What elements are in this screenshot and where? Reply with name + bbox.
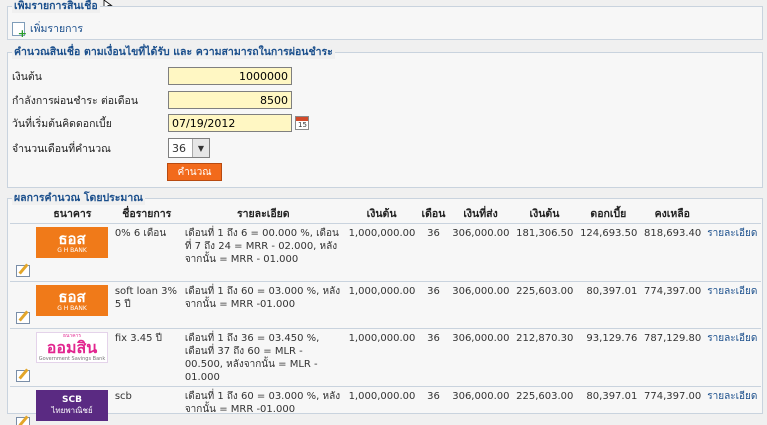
interest: 124,693.50	[576, 222, 641, 281]
results-table: ธนาคาร ชื่อรายการ รายละเอียด เงินต้น เดื…	[10, 205, 761, 425]
loan-details: เดือนที่ 1 ถึง 60 = 03.000 %, หลังจากนั้…	[181, 280, 345, 328]
results-legend: ผลการคำนวณ โดยประมาณ	[12, 192, 145, 205]
months: 36	[418, 327, 449, 386]
start-date-input[interactable]	[168, 114, 292, 132]
gsb-logo: ธนาคาร ออมสิน Government Savings Bank	[36, 331, 108, 363]
loan-name: scb	[111, 385, 182, 425]
detail-link[interactable]: รายละเอียด	[707, 391, 757, 402]
months: 36	[418, 222, 449, 281]
principal: 1,000,000.00	[344, 385, 419, 425]
calc-legend: คำนวณสินเชื่อ ตามเงื่อนไขที่ได้รับ และ ค…	[12, 46, 335, 59]
header-edit	[10, 205, 33, 223]
interest: 93,129.76	[576, 327, 641, 386]
remaining: 787,129.80	[640, 327, 705, 386]
principal-row: เงินต้น	[12, 67, 292, 85]
bank-cell: ธอส G H BANK	[33, 222, 112, 281]
edit-cell	[10, 385, 33, 425]
paid: 306,000.00	[448, 385, 513, 425]
loan-name: 0% 6 เดือน	[111, 222, 182, 281]
header-name: ชื่อรายการ	[122, 208, 172, 221]
header-details: รายละเอียด	[236, 208, 290, 221]
principal-paid: 225,603.00	[512, 280, 577, 328]
months-label: จำนวนเดือนที่คำนวณ	[12, 142, 111, 155]
bank-cell: ธอส G H BANK	[33, 280, 112, 328]
months: 36	[418, 280, 449, 328]
remaining: 774,397.00	[640, 385, 705, 425]
ghb-logo: ธอส G H BANK	[36, 284, 108, 316]
principal: 1,000,000.00	[344, 280, 419, 328]
principal-paid: 212,870.30	[512, 327, 577, 386]
detail-link[interactable]: รายละเอียด	[707, 333, 757, 344]
loan-details: เดือนที่ 1 ถึง 60 = 03.000 %, หลังจากนั้…	[181, 385, 345, 425]
edit-cell	[10, 222, 33, 281]
paid: 306,000.00	[448, 280, 513, 328]
principal-input[interactable]	[168, 67, 292, 85]
start-date-row: วันที่เริ่มต้นคิดดอกเบี้ย	[12, 114, 309, 132]
loan-name: soft loan 3% 5 ปี	[111, 280, 182, 328]
results-section: ผลการคำนวณ โดยประมาณ ธนาคาร ชื่อรายการ ร…	[7, 192, 763, 425]
months-row: จำนวนเดือนที่คำนวณ 36 ▼	[12, 138, 210, 158]
loan-details: เดือนที่ 1 ถึง 36 = 03.450 %, เดือนที่ 3…	[181, 327, 345, 386]
edit-icon[interactable]	[16, 264, 30, 277]
payment-input[interactable]	[168, 91, 292, 109]
header-paid: เงินที่ส่ง	[463, 208, 498, 221]
detail-link-cell: รายละเอียด	[704, 385, 761, 425]
months: 36	[418, 385, 449, 425]
results-header-row: ธนาคาร ชื่อรายการ รายละเอียด เงินต้น เดื…	[10, 205, 761, 223]
interest: 80,397.01	[576, 280, 641, 328]
detail-link-cell: รายละเอียด	[704, 280, 761, 328]
principal-paid: 225,603.00	[512, 385, 577, 425]
interest: 80,397.01	[576, 385, 641, 425]
add-item-link[interactable]: เพิ่มรายการ	[12, 20, 84, 39]
loan-name: fix 3.45 ปี	[111, 327, 182, 386]
payment-row: กำลังการผ่อนชำระ ต่อเดือน	[12, 91, 292, 109]
edit-icon[interactable]	[16, 417, 30, 425]
header-remaining: คงเหลือ	[654, 208, 690, 221]
calendar-icon[interactable]	[295, 116, 309, 130]
detail-link[interactable]: รายละเอียด	[707, 286, 757, 297]
edit-icon[interactable]	[16, 311, 30, 324]
table-row: ธอส G H BANK 0% 6 เดือน เดือนที่ 1 ถึง 6 …	[10, 222, 761, 281]
chevron-down-icon[interactable]: ▼	[192, 139, 209, 157]
table-row: ธอส G H BANK soft loan 3% 5 ปี เดือนที่ 1…	[10, 280, 761, 328]
principal-paid: 181,306.50	[512, 222, 577, 281]
months-select-value: 36	[172, 141, 186, 155]
calculate-button[interactable]: คำนวณ	[167, 163, 222, 181]
detail-link-cell: รายละเอียด	[704, 222, 761, 281]
paid: 306,000.00	[448, 222, 513, 281]
add-item-label: เพิ่มรายการ	[30, 23, 84, 35]
calc-section: คำนวณสินเชื่อ ตามเงื่อนไขที่ได้รับ และ ค…	[7, 46, 763, 188]
bank-cell: ธนาคาร ออมสิน Government Savings Bank	[33, 327, 112, 386]
ghb-logo: ธอส G H BANK	[36, 226, 108, 258]
detail-link[interactable]: รายละเอียด	[707, 228, 757, 239]
add-loan-legend: เพิ่มรายการสินเชื่อ	[12, 0, 100, 13]
detail-link-cell: รายละเอียด	[704, 327, 761, 386]
remaining: 818,693.40	[640, 222, 705, 281]
edit-cell	[10, 280, 33, 328]
remaining: 774,397.00	[640, 280, 705, 328]
header-months: เดือน	[421, 208, 446, 221]
principal-label: เงินต้น	[12, 70, 42, 83]
principal: 1,000,000.00	[344, 222, 419, 281]
edit-icon[interactable]	[16, 369, 30, 382]
header-principal: เงินต้น	[366, 208, 397, 221]
header-principal-paid: เงินต้น	[529, 208, 560, 221]
add-loan-section: เพิ่มรายการสินเชื่อ เพิ่มรายการ	[7, 0, 763, 40]
scb-logo: SCB ไทยพาณิชย์	[36, 389, 108, 421]
bank-cell: SCB ไทยพาณิชย์	[33, 385, 112, 425]
header-link	[704, 205, 761, 223]
loan-details: เดือนที่ 1 ถึง 6 = 00.000 %, เดือนที่ 7 …	[181, 222, 345, 281]
add-document-icon	[12, 21, 27, 39]
table-row: SCB ไทยพาณิชย์ scb เดือนที่ 1 ถึง 60 = 03…	[10, 385, 761, 425]
header-bank: ธนาคาร	[53, 208, 92, 221]
table-row: ธนาคาร ออมสิน Government Savings Bank fix …	[10, 327, 761, 386]
edit-cell	[10, 327, 33, 386]
start-date-label: วันที่เริ่มต้นคิดดอกเบี้ย	[12, 117, 112, 130]
principal: 1,000,000.00	[344, 327, 419, 386]
paid: 306,000.00	[448, 327, 513, 386]
header-interest: ดอกเบี้ย	[590, 208, 627, 221]
payment-label: กำลังการผ่อนชำระ ต่อเดือน	[12, 94, 138, 107]
months-select[interactable]: 36 ▼	[168, 138, 210, 158]
